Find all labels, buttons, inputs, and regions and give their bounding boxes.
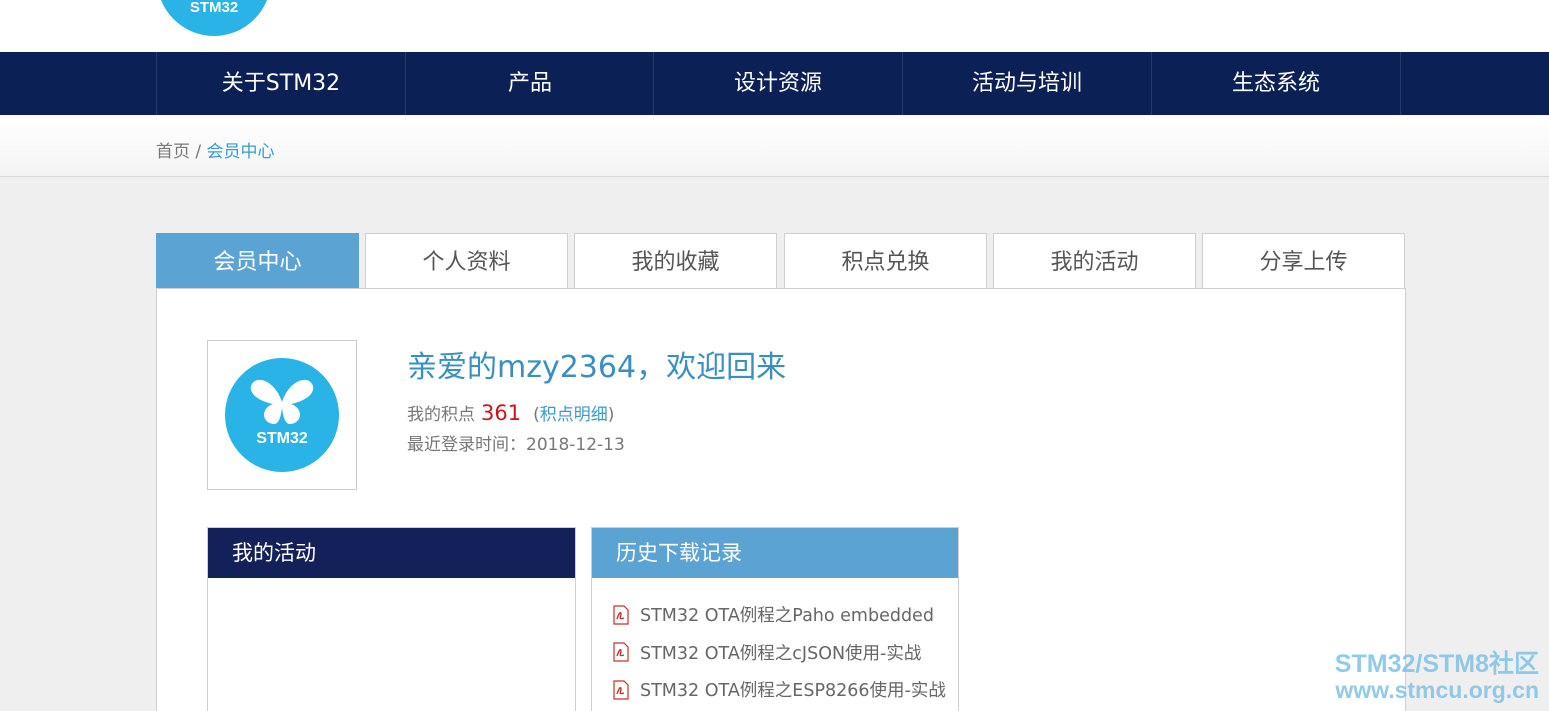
points-value: 361 xyxy=(481,401,522,425)
nav-item-ecosystem[interactable]: 生态系统 xyxy=(1151,52,1400,115)
points-detail-link[interactable]: 积点明细 xyxy=(540,405,608,425)
tab-member-center[interactable]: 会员中心 xyxy=(156,233,359,289)
download-history-title: 历史下载记录 xyxy=(592,528,958,578)
my-activities-title: 我的活动 xyxy=(208,528,575,578)
stm32-avatar-logo: STM32 xyxy=(225,358,339,472)
points-line: 我的积点 361 (积点明细) xyxy=(407,400,614,425)
download-history-box: 历史下载记录 STM32 OTA例程之Paho embedded STM32 O… xyxy=(591,527,959,711)
butterfly-icon xyxy=(250,379,314,425)
main-nav: 关于STM32 产品 设计资源 活动与培训 生态系统 xyxy=(0,52,1549,115)
avatar[interactable]: STM32 xyxy=(207,340,357,490)
welcome-heading: 亲爱的mzy2364，欢迎回来 xyxy=(407,350,787,385)
download-item[interactable]: STM32 OTA例程之cJSON使用-实战 xyxy=(612,634,958,672)
tab-favorites[interactable]: 我的收藏 xyxy=(574,233,777,289)
watermark-line1: STM32/STM8社区 xyxy=(1334,650,1539,678)
points-paren-open: ( xyxy=(533,405,540,425)
breadcrumb-separator: / xyxy=(190,142,207,162)
pdf-icon xyxy=(613,642,629,662)
pdf-icon xyxy=(613,605,629,625)
avatar-text: STM32 xyxy=(256,430,308,447)
pdf-icon xyxy=(613,680,629,700)
nav-item-about[interactable]: 关于STM32 xyxy=(156,52,405,115)
nav-item-products[interactable]: 产品 xyxy=(405,52,654,115)
site-watermark: STM32/STM8社区 www.stmcu.org.cn xyxy=(1335,650,1539,702)
points-paren-close: ) xyxy=(607,405,615,425)
last-login-time: 最近登录时间：2018-12-13 xyxy=(407,435,625,455)
nav-item-design-resources[interactable]: 设计资源 xyxy=(653,52,902,115)
download-item-label: STM32 OTA例程之ESP8266使用-实战 xyxy=(640,681,946,702)
tab-profile[interactable]: 个人资料 xyxy=(365,233,568,289)
site-header: STM32 xyxy=(0,0,1549,52)
breadcrumb-home[interactable]: 首页 xyxy=(156,142,190,162)
download-item-label: STM32 OTA例程之cJSON使用-实战 xyxy=(640,643,922,664)
breadcrumb-current[interactable]: 会员中心 xyxy=(207,142,275,162)
breadcrumb-bar: 首页 / 会员中心 xyxy=(0,115,1549,177)
download-list: STM32 OTA例程之Paho embedded STM32 OTA例程之cJ… xyxy=(592,578,958,709)
my-activities-box: 我的活动 xyxy=(207,527,576,711)
nav-item-events-training[interactable]: 活动与培训 xyxy=(902,52,1151,115)
tab-points-exchange[interactable]: 积点兑换 xyxy=(784,233,987,289)
tab-share-upload[interactable]: 分享上传 xyxy=(1202,233,1405,289)
tab-my-activities[interactable]: 我的活动 xyxy=(993,233,1196,289)
stm32-logo[interactable]: STM32 xyxy=(157,0,271,36)
watermark-line2: www.stmcu.org.cn xyxy=(1335,677,1539,703)
download-item-label: STM32 OTA例程之Paho embedded xyxy=(640,606,934,627)
download-item[interactable]: STM32 OTA例程之Paho embedded xyxy=(612,596,958,634)
breadcrumb: 首页 / 会员中心 xyxy=(156,137,275,162)
points-label: 我的积点 xyxy=(407,405,475,425)
nav-divider xyxy=(1400,52,1401,115)
logo-text: STM32 xyxy=(189,0,239,16)
download-item[interactable]: STM32 OTA例程之ESP8266使用-实战 xyxy=(612,671,958,709)
